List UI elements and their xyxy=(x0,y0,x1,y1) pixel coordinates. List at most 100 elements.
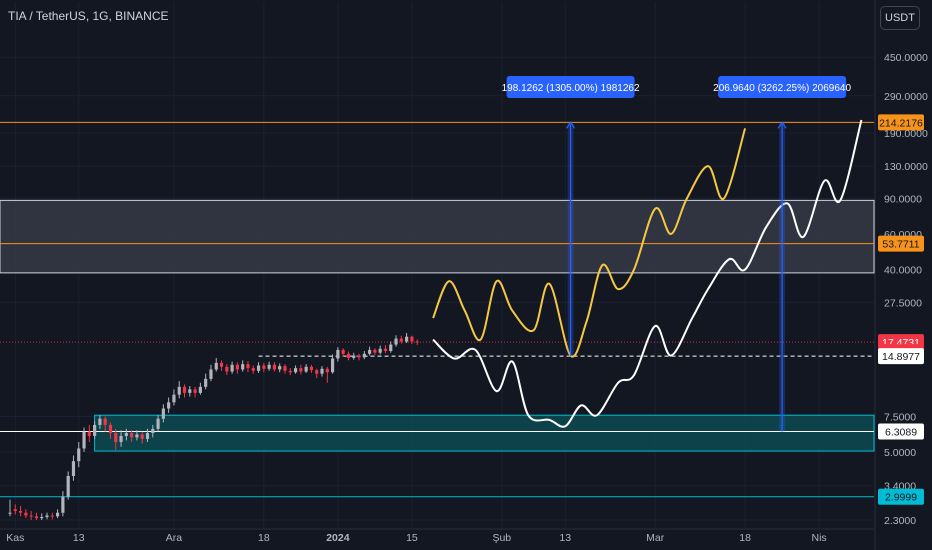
price-label: 6.3089 xyxy=(885,427,917,439)
price-chart[interactable]: 198.1262 (1305.00%) 1981262 206.9640 (326… xyxy=(0,0,932,550)
candle-body xyxy=(320,368,324,374)
zones xyxy=(0,199,875,452)
price-label: 214.2176 xyxy=(879,117,923,129)
candle-body xyxy=(251,368,255,371)
candle-body xyxy=(230,364,234,372)
candle-body xyxy=(13,509,17,511)
candle-body xyxy=(272,364,277,370)
x-tick-label: Şub xyxy=(492,532,511,544)
x-tick-label: Kas xyxy=(6,532,24,544)
candle-body xyxy=(299,368,303,372)
x-tick-label: 13 xyxy=(73,532,85,544)
x-tick-label: 15 xyxy=(406,532,418,544)
candle-body xyxy=(140,434,144,439)
candle-body xyxy=(93,424,97,436)
candle-body xyxy=(40,517,44,519)
candle-body xyxy=(373,349,377,353)
y-tick-label: 27.5000 xyxy=(884,297,922,309)
candle-body xyxy=(71,461,76,476)
y-tick-label: 290.0000 xyxy=(884,91,928,103)
candle-body xyxy=(130,433,134,438)
price-label: 14.8977 xyxy=(882,351,920,363)
x-tick-label: 18 xyxy=(739,532,751,544)
price-label: 53.7711 xyxy=(882,239,919,251)
y-tick-label: 450.0000 xyxy=(884,52,928,64)
candle-body xyxy=(219,362,224,367)
currency-button[interactable]: USDT xyxy=(880,6,920,30)
candle-body xyxy=(357,355,361,358)
candle-body xyxy=(103,418,107,425)
candle-body xyxy=(410,336,414,342)
candle-body xyxy=(151,428,155,434)
x-tick-label: 18 xyxy=(258,532,270,544)
y-tick-label: 2.3000 xyxy=(884,515,916,527)
x-axis[interactable]: Kas 13 Ara 18 2024 15 Şub 13 Mar 18 Nis xyxy=(0,528,874,544)
candle-body xyxy=(362,353,366,358)
price-label: 2.9999 xyxy=(885,492,917,504)
candle-body xyxy=(209,369,213,379)
measure-label: 198.1262 (1305.00%) 1981262 xyxy=(502,83,640,94)
candle-body xyxy=(198,386,202,393)
candle-body xyxy=(293,368,298,373)
y-tick-label: 7.5000 xyxy=(884,411,916,423)
candle-body xyxy=(235,364,239,370)
candle-body xyxy=(182,386,187,393)
y-tick-label: 40.0000 xyxy=(884,265,922,277)
candle-body xyxy=(161,408,165,419)
y-tick-label: 90.0000 xyxy=(884,193,922,205)
candle-body xyxy=(24,512,28,516)
candle-body xyxy=(256,365,261,371)
x-tick-label: Nis xyxy=(812,532,827,544)
y-axis[interactable]: 450.0000290.0000190.0000130.000090.00006… xyxy=(874,0,928,550)
candle-body xyxy=(145,433,150,439)
candle-body xyxy=(119,435,123,442)
candle-body xyxy=(77,448,81,462)
candle-body xyxy=(108,424,113,434)
candle-body xyxy=(61,496,65,513)
candle-body xyxy=(45,515,49,518)
candle-body xyxy=(262,365,266,369)
candle-body xyxy=(29,515,33,517)
candle-body xyxy=(172,394,176,403)
candle-body xyxy=(378,348,382,353)
candle-body xyxy=(135,434,139,438)
candle-body xyxy=(346,353,351,358)
candle-body xyxy=(18,510,23,513)
candle-body xyxy=(394,338,398,345)
candle-body xyxy=(389,344,393,351)
candle-body xyxy=(278,366,282,370)
candle-body xyxy=(383,348,388,351)
chart-title: TIA / TetherUS, 1G, BINANCE xyxy=(8,9,169,23)
candle-body xyxy=(156,418,160,429)
candle-body xyxy=(415,341,419,343)
candle-body xyxy=(214,362,218,370)
candle-body xyxy=(114,433,118,442)
candle-body xyxy=(309,366,314,371)
candle-body xyxy=(352,355,356,358)
candle-body xyxy=(50,515,54,517)
candle-body xyxy=(204,378,208,387)
candle-body xyxy=(177,386,181,395)
candle-body xyxy=(315,370,319,374)
candle-body xyxy=(304,366,308,372)
candle-body xyxy=(225,366,229,372)
x-tick-label: 2024 xyxy=(326,532,350,544)
x-tick-label: Ara xyxy=(166,532,183,544)
candle-body xyxy=(98,418,102,425)
candle-body xyxy=(331,358,335,373)
candle-body xyxy=(325,368,329,373)
candle-body xyxy=(56,512,60,517)
candle-body xyxy=(193,389,197,393)
candle-body xyxy=(267,364,271,369)
candle-body xyxy=(399,338,403,342)
x-tick-label: 13 xyxy=(559,532,571,544)
candle-body xyxy=(283,366,287,371)
candle-body xyxy=(82,431,86,449)
candle-body xyxy=(188,389,192,393)
y-tick-label: 130.0000 xyxy=(884,161,928,173)
candle-body xyxy=(8,512,12,514)
x-tick-label: Mar xyxy=(646,532,665,544)
candle-body xyxy=(336,349,340,359)
candle-body xyxy=(87,431,91,436)
candle-body xyxy=(167,402,171,409)
